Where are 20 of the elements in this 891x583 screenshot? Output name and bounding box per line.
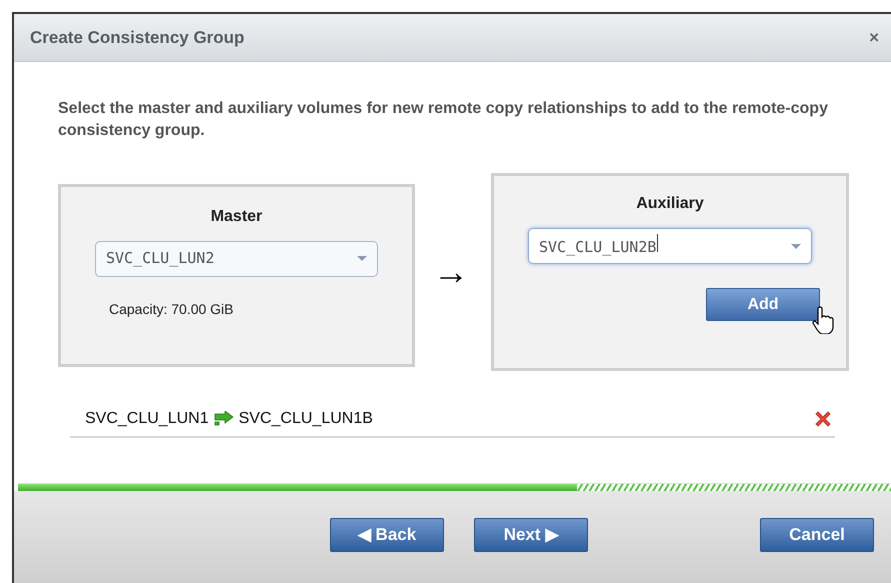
dialog-title: Create Consistency Group <box>30 26 244 49</box>
nav-button[interactable]: ◀ Back <box>330 518 444 552</box>
cancel-button[interactable]: Cancel <box>760 518 874 552</box>
panel-heading: Auxiliary <box>635 194 705 214</box>
delete-icon[interactable] <box>813 408 833 429</box>
volume-dropdown[interactable]: SVC_CLU_LUN2 <box>95 240 378 277</box>
add-button[interactable]: Add <box>706 288 820 322</box>
panel-heading: Master <box>210 206 264 227</box>
caret-icon <box>791 244 801 249</box>
hand-cursor-icon <box>812 306 834 334</box>
nav-button[interactable]: Next ▶ <box>474 518 588 552</box>
close-button[interactable]: × <box>869 24 879 50</box>
capacity-label: Capacity: 70.00 GiB <box>109 300 235 319</box>
volume-combobox[interactable]: SVC_CLU_LUN2B <box>528 228 812 264</box>
instructions-text: Select the master and auxiliary volumes for new remote copy relationships to add to the remote-copy consistency group. <box>58 99 829 141</box>
arrow-text: → <box>433 254 469 290</box>
master-volume-text: SVC_CLU_LUN1 <box>85 408 209 429</box>
auxiliary-volume-text: SVC_CLU_LUN1B <box>238 408 373 429</box>
caret-icon <box>357 256 367 262</box>
arrow-icon <box>214 410 234 427</box>
